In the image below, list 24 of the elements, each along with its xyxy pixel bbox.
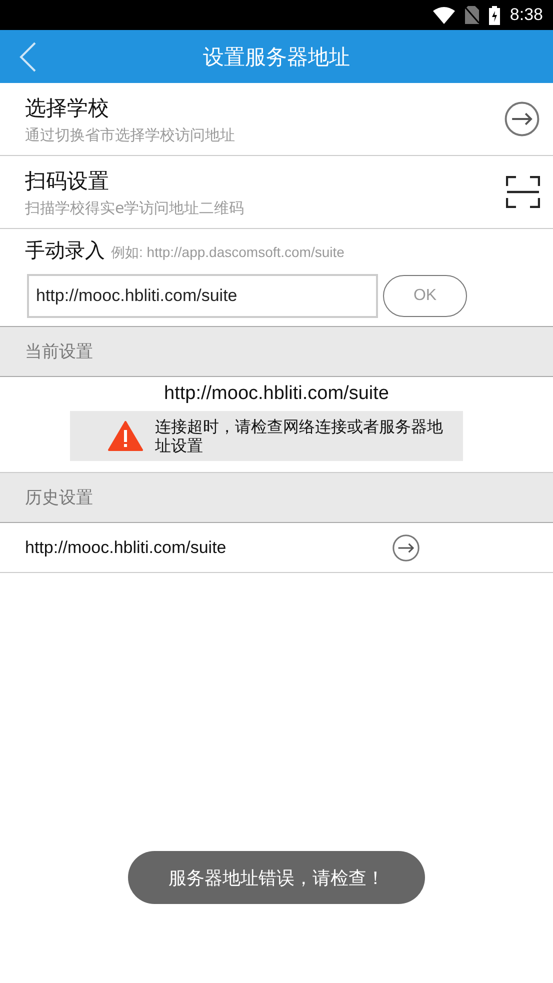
example-hint: 例如: http://app.dascomsoft.com/suite (111, 244, 344, 262)
no-sim-icon (464, 6, 479, 24)
history-item[interactable]: http://mooc.hbliti.com/suite (0, 523, 553, 573)
option-title: 选择学校 (25, 94, 110, 122)
option-description: 扫描学校得实e学访问地址二维码 (25, 198, 246, 218)
wifi-icon (432, 6, 455, 24)
arrow-circle-icon[interactable] (392, 534, 420, 562)
status-time: 8:38 (510, 5, 543, 25)
section-heading: 当前设置 (25, 341, 93, 363)
option-title: 扫码设置 (25, 168, 110, 194)
back-icon[interactable] (18, 42, 38, 72)
warning-message: 连接超时，请检查网络连接或者服务器地址设置 (155, 417, 444, 455)
current-url: http://mooc.hbliti.com/suite (164, 383, 389, 405)
toast-message: 服务器地址错误，请检查！ (168, 866, 384, 890)
history-url: http://mooc.hbliti.com/suite (25, 538, 228, 558)
manual-entry-label: 手动录入 (25, 237, 105, 264)
option-description: 通过切换省市选择学校访问地址 (25, 126, 236, 144)
warning-icon (108, 421, 143, 451)
section-heading: 历史设置 (25, 487, 93, 509)
url-input-field[interactable]: http://mooc.hbliti.com/suite (27, 274, 378, 318)
scan-icon[interactable] (506, 176, 540, 208)
screen-title: 设置服务器地址 (203, 44, 350, 70)
arrow-circle-icon[interactable] (504, 101, 540, 137)
battery-charging-icon (488, 6, 500, 24)
